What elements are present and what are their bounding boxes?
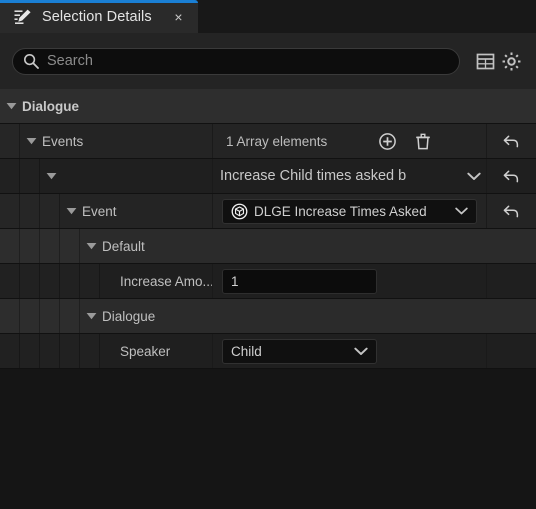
indent-guide [0,159,20,193]
trash-icon[interactable] [411,129,435,153]
indent-guide [0,299,20,333]
chevron-down-icon [450,207,472,215]
reset-column-placeholder [486,264,536,298]
search-input[interactable] [47,53,449,69]
indent-guide [60,334,80,368]
property-row-array-element[interactable]: Increase Child times asked b [0,159,536,194]
indent-guide [40,229,60,263]
property-row-increase-amount[interactable]: Increase Amo... [0,264,536,299]
indent-guide [0,264,20,298]
tab-selection-details[interactable]: Selection Details × [0,0,198,33]
array-element-combo[interactable]: Increase Child times asked b [220,164,486,189]
search-toolbar [0,33,536,89]
indent-guides [0,124,20,158]
reset-arrow-icon-events[interactable] [486,124,536,158]
indent-guide [0,194,20,228]
indent-guide [40,299,60,333]
indent-guide [60,229,80,263]
subcategory-row-default[interactable]: Default [0,229,536,264]
increase-amount-input[interactable] [231,273,368,289]
indent-guides [0,229,80,263]
reset-arrow-icon-array-element[interactable] [486,159,536,193]
indent-guide [0,124,20,158]
array-element-count: 1 Array elements [226,133,328,149]
indent-guides [0,264,100,298]
details-pencil-icon [13,8,33,26]
close-icon[interactable]: × [170,8,187,25]
event-class-combo[interactable]: DLGE Increase Times Asked [222,198,477,224]
expand-arrow-dialogue-sub[interactable] [80,299,102,333]
event-class-value: DLGE Increase Times Asked [254,203,427,219]
indent-guide [20,159,40,193]
indent-guide [0,334,20,368]
expand-arrow-array-element[interactable] [40,159,62,193]
indent-guide [40,334,60,368]
indent-guides [0,159,40,193]
indent-guide [80,334,100,368]
indent-guide [80,264,100,298]
subcategory-label-default: Default [102,238,145,254]
details-tree: Dialogue Events 1 Array elements Increas… [0,89,536,509]
property-label-event: Event [82,203,117,219]
indent-guides [0,299,80,333]
indent-guides [0,194,60,228]
category-label: Dialogue [22,98,80,114]
indent-guides [0,334,100,368]
selection-details-panel: Selection Details × Search Dialogue Even… [0,0,536,509]
search-icon [23,53,39,69]
property-label-speaker: Speaker [120,343,171,359]
indent-guide [0,229,20,263]
property-row-event[interactable]: Event DLGE Increase Times Asked [0,194,536,229]
indent-guide [20,334,40,368]
speaker-value: Child [231,343,262,359]
tab-bar: Selection Details × [0,0,536,33]
table-icon[interactable] [472,48,498,74]
reset-column-placeholder [486,334,536,368]
expand-arrow-events[interactable] [20,124,42,158]
indent-guide [20,299,40,333]
property-label-increase-amount: Increase Amo... [120,273,212,289]
property-label-events: Events [42,133,84,149]
category-row-dialogue[interactable]: Dialogue [0,89,536,124]
indent-guide [20,264,40,298]
gear-icon[interactable] [498,48,524,74]
subcategory-row-dialogue[interactable]: Dialogue [0,299,536,334]
indent-guide [60,299,80,333]
reset-arrow-icon-event[interactable] [486,194,536,228]
indent-guide [20,229,40,263]
indent-guide [20,194,40,228]
blueprint-class-icon [231,203,248,220]
expand-arrow-default[interactable] [80,229,102,263]
indent-guide [40,194,60,228]
property-row-speaker[interactable]: Speaker Child [0,334,536,369]
chevron-down-icon [350,347,372,356]
property-row-events[interactable]: Events 1 Array elements [0,124,536,159]
expand-arrow-dialogue-category[interactable] [0,89,22,123]
array-element-value: Increase Child times asked b [220,168,407,184]
speaker-combo[interactable]: Child [222,338,377,364]
indent-guide [40,264,60,298]
tab-active-accent [0,0,198,3]
subcategory-label-dialogue: Dialogue [102,308,156,324]
chevron-down-icon [462,172,486,181]
search-box[interactable] [12,47,460,75]
plus-circle-icon[interactable] [375,129,399,153]
expand-arrow-event[interactable] [60,194,82,228]
increase-amount-field[interactable] [222,268,377,294]
indent-guide [60,264,80,298]
tab-title: Selection Details [42,8,152,25]
